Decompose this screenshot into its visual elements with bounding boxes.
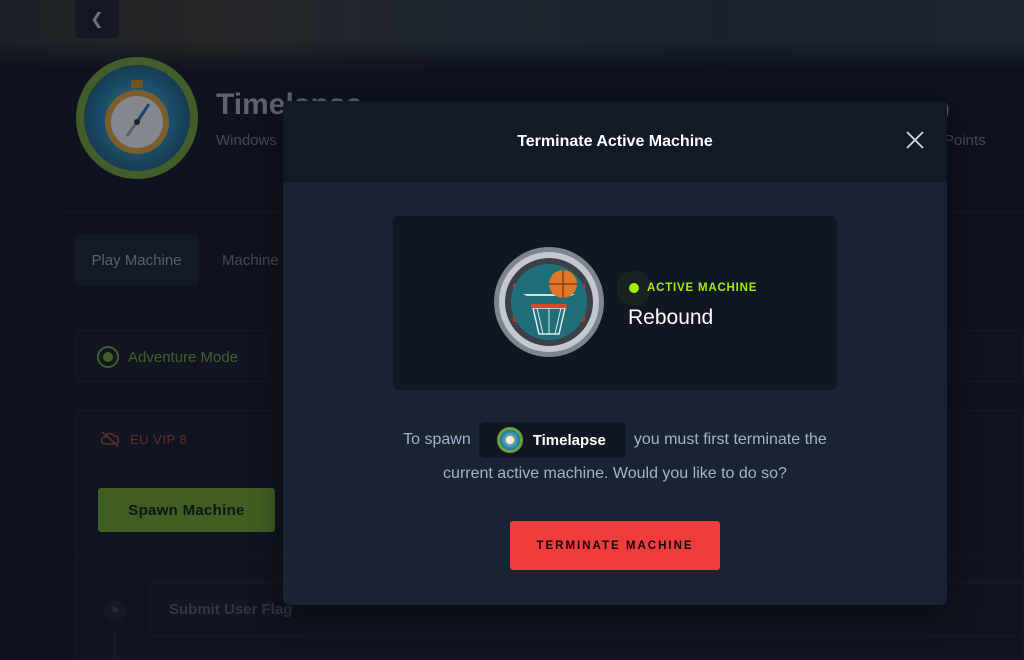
- target-machine-name: Timelapse: [532, 431, 606, 449]
- active-machine-label: ACTIVE MACHINE: [647, 282, 758, 294]
- message-suffix: you must first terminate the: [633, 431, 827, 448]
- terminate-machine-button[interactable]: TERMINATE MACHINE: [510, 521, 720, 570]
- close-icon[interactable]: [905, 130, 925, 150]
- message-prefix: To spawn: [403, 431, 471, 448]
- active-machine-card: ACTIVE MACHINE Rebound: [393, 216, 837, 390]
- message-line-2: current active machine. Would you like t…: [443, 465, 787, 482]
- status-dot-icon: [629, 283, 639, 293]
- modal-title: Terminate Active Machine: [517, 132, 713, 150]
- rebound-machine-avatar: [494, 247, 604, 357]
- message-line-1: To spawn Timelapse you must first termin…: [283, 422, 947, 458]
- active-machine-status: ACTIVE MACHINE: [629, 282, 757, 294]
- target-machine-chip: Timelapse: [478, 422, 626, 458]
- modal-header: Terminate Active Machine: [283, 101, 947, 182]
- active-machine-name: Rebound: [628, 306, 714, 329]
- timelapse-avatar-icon: [496, 427, 523, 453]
- terminate-modal: Terminate Active Machine ACTIVE MACHINE …: [283, 101, 947, 605]
